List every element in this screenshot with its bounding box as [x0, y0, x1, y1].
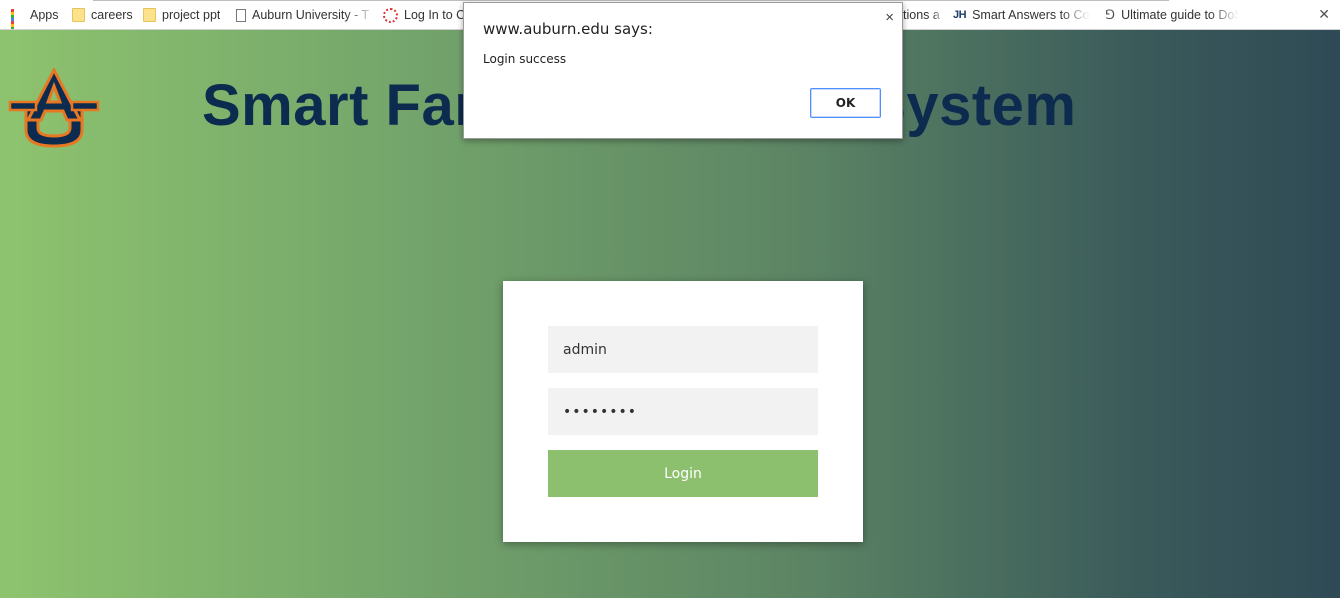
login-button[interactable]: Login — [548, 450, 818, 497]
dialog-title: www.auburn.edu says: — [483, 20, 653, 38]
bookmark-smart-answers[interactable]: JH Smart Answers to Con — [953, 7, 1090, 23]
close-icon[interactable]: × — [885, 9, 894, 26]
bookmark-project-ppt[interactable]: project ppt — [143, 7, 220, 23]
auburn-logo — [8, 68, 100, 148]
ok-button[interactable]: OK — [810, 88, 881, 118]
alert-dialog: www.auburn.edu says: Login success × OK — [463, 2, 903, 139]
bookmark-label: tions a — [903, 8, 940, 22]
bookmark-careers[interactable]: careers — [72, 7, 133, 23]
password-input[interactable] — [548, 388, 818, 435]
bookmark-label: Apps — [30, 8, 59, 22]
bookmark-label: Auburn University - T — [252, 8, 370, 22]
bookmark-label: project ppt — [162, 8, 221, 22]
folder-icon — [143, 8, 156, 22]
bookmark-auburn-university[interactable]: Auburn University - T — [236, 7, 376, 23]
login-card: Login — [503, 281, 863, 542]
username-input[interactable] — [548, 326, 818, 373]
bookmark-label: Smart Answers to Con — [972, 8, 1091, 22]
dialog-message: Login success — [483, 52, 567, 66]
canvas-ring-icon — [383, 7, 398, 23]
tab-strip-edge — [93, 0, 1169, 1]
folder-icon — [72, 8, 85, 22]
bookmark-label: careers — [91, 8, 133, 22]
g-logo-icon: ⅁ — [1105, 7, 1116, 23]
apps-grid-icon — [11, 8, 24, 29]
close-icon[interactable]: ✕ — [1318, 6, 1330, 23]
jh-logo-icon: JH — [953, 9, 967, 21]
bookmark-partial[interactable]: tions a — [903, 7, 943, 23]
bookmark-label: Ultimate guide to DoS — [1121, 8, 1240, 22]
document-icon — [236, 8, 246, 22]
bookmark-ultimate-guide[interactable]: ⅁ Ultimate guide to DoS — [1105, 7, 1239, 23]
bookmark-apps[interactable]: Apps — [11, 7, 59, 29]
